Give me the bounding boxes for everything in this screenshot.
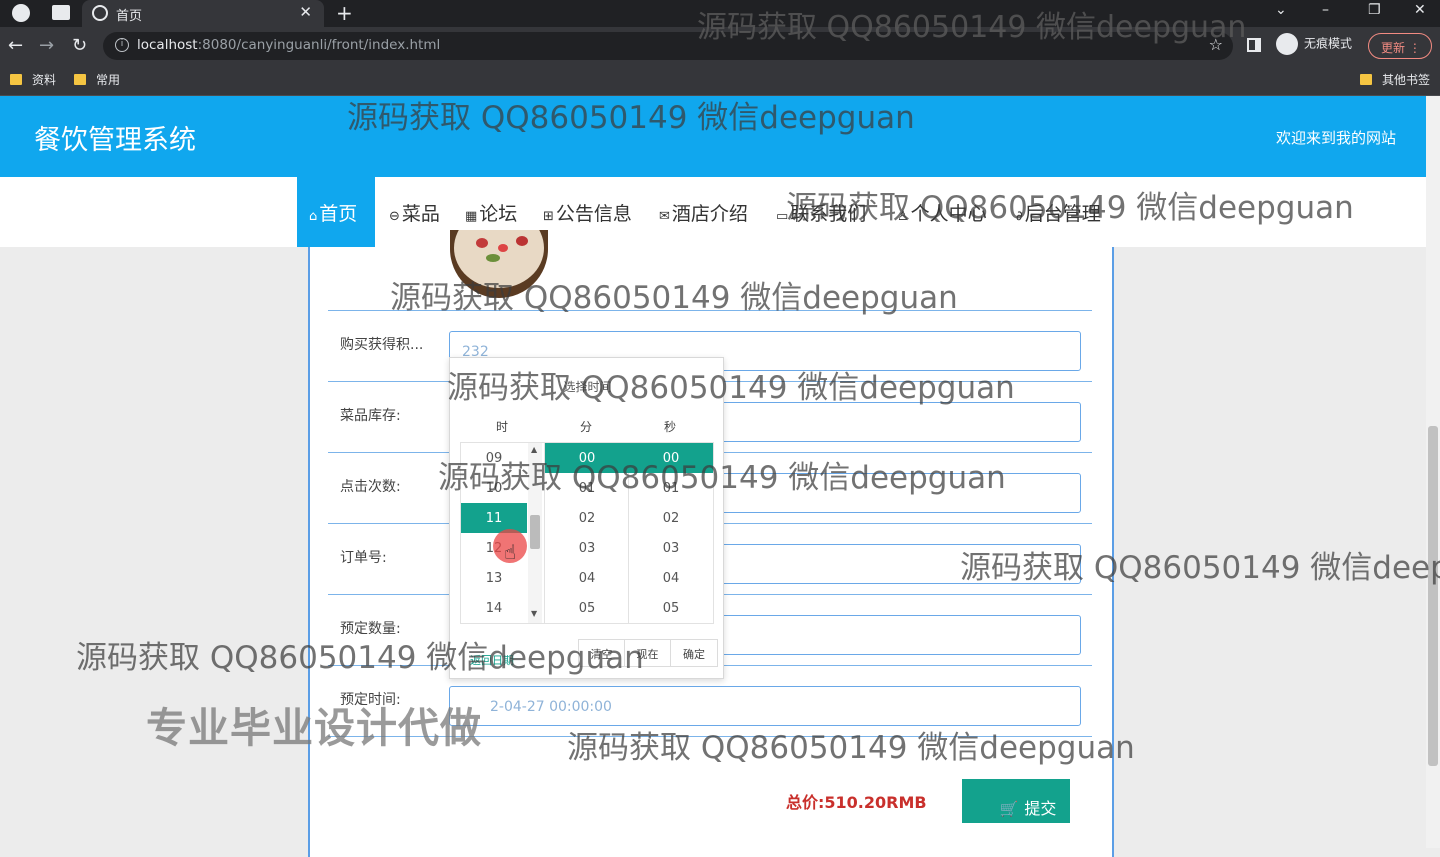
total-label: 总价: [786,793,825,812]
watermark: 源码获取 QQ86050149 微信deepguan [697,10,1247,45]
watermark: 源码获取 QQ86050149 微信deepg [960,550,1440,586]
nav-item-hotel[interactable]: ✉ 酒店介绍 [659,177,748,247]
hand-cursor-icon: ☝ [504,540,517,564]
watermark: 源码获取 QQ86050149 微信deepguan [447,370,1015,406]
bookmark-label: 常用 [96,73,121,87]
clicks-label: 点击次数: [340,479,401,495]
watermark-service: 专业毕业设计代做 [146,704,482,752]
second-header: 秒 [663,420,676,434]
side-panel-icon[interactable] [1247,38,1261,52]
second-option[interactable]: 03 [629,533,713,563]
bookmark-folder-other[interactable]: 其他书签 [1360,71,1430,88]
total-value: 510.20RMB [824,793,927,812]
dish-icon: ⊖ [389,209,400,224]
nav-label: 酒店介绍 [671,203,748,225]
browser-profile-icon[interactable] [12,4,30,22]
scroll-down-icon[interactable]: ▼ [531,609,537,618]
watermark: 源码获取 QQ86050149 微信deepguan [567,730,1135,766]
minute-option[interactable]: 04 [545,563,629,593]
nav-label: 论坛 [479,203,518,225]
watermark: 源码获取 QQ86050149 微信deepguan [438,460,1006,496]
window-close-icon[interactable]: ✕ [1414,2,1426,18]
reload-icon[interactable]: ↻ [72,35,87,56]
nav-label: 公告信息 [555,203,632,225]
confirm-button[interactable]: 确定 [671,640,717,666]
folder-icon [1360,74,1372,85]
hour-option[interactable]: 14 [461,593,527,623]
page-scroll-thumb[interactable] [1428,426,1438,766]
minute-option[interactable]: 02 [545,503,629,533]
minute-header: 分 [579,420,592,434]
notice-icon: ⊞ [543,209,554,224]
globe-icon [92,5,108,21]
site-title: 餐饮管理系统 [34,125,196,156]
second-option[interactable]: 04 [629,563,713,593]
hour-header: 时 [495,420,508,434]
second-option[interactable]: 05 [629,593,713,623]
minute-option[interactable]: 05 [545,593,629,623]
bookmark-label: 其他书签 [1382,73,1431,87]
submit-button[interactable]: 🛒 提交 [962,779,1070,823]
watermark: 源码获取 QQ86050149 微信deepguan [76,640,644,676]
back-icon[interactable]: ← [8,35,23,56]
url-path: :8080/canyinguanli/front/index.html [197,37,441,53]
hotel-icon: ✉ [659,209,670,224]
browser-tab[interactable]: 首页 ✕ [82,0,324,27]
tab-search-icon[interactable] [52,5,70,20]
bookmark-folder-ziliao[interactable]: 资料 [10,71,56,88]
folder-icon [74,74,86,85]
close-tab-icon[interactable]: ✕ [299,3,312,21]
incognito-indicator[interactable]: 无痕模式 [1276,33,1352,55]
chevron-down-icon[interactable]: ⌄ [1275,2,1287,18]
restore-icon[interactable]: ❐ [1368,2,1381,18]
bookmark-label: 资料 [32,73,57,87]
second-option[interactable]: 02 [629,503,713,533]
hour-option[interactable]: 13 [461,563,527,593]
nav-item-dishes[interactable]: ⊖ 菜品 [389,177,440,247]
hour-option-selected[interactable]: 11 [461,503,527,533]
minute-option[interactable]: 03 [545,533,629,563]
folder-icon [10,74,22,85]
update-button[interactable]: 更新 ⋮ [1368,33,1432,59]
update-label: 更新 [1381,41,1406,55]
stock-label: 菜品库存: [340,408,401,424]
welcome-text: 欢迎来到我的网站 [1275,129,1396,147]
tab-title: 首页 [116,9,143,24]
home-icon: ⌂ [309,209,318,224]
forum-icon: ▦ [465,209,478,224]
new-tab-button[interactable]: + [336,1,353,25]
submit-label: 提交 [1024,801,1057,818]
scroll-thumb[interactable] [530,515,540,549]
order-number-label: 订单号: [340,550,387,566]
watermark: 源码获取 QQ86050149 微信deepguan [786,190,1354,226]
incognito-label: 无痕模式 [1304,36,1353,51]
nav-label: 菜品 [401,203,440,225]
forward-icon[interactable]: → [39,35,54,56]
incognito-icon [1276,33,1298,55]
url-host: localhost [137,37,198,53]
bookmark-folder-changyong[interactable]: 常用 [74,71,120,88]
watermark: 源码获取 QQ86050149 微信deepguan [347,100,915,136]
nav-item-home[interactable]: ⌂ 首页 [297,177,375,247]
nav-item-notice[interactable]: ⊞ 公告信息 [543,177,632,247]
nav-label: 首页 [319,203,358,225]
booking-time-input[interactable]: 2-04-27 00:00:00 [449,686,1081,726]
points-label: 购买获得积... [340,337,424,353]
page-scrollbar[interactable] [1426,96,1440,848]
info-icon[interactable]: i [115,38,129,52]
watermark: 源码获取 QQ86050149 微信deepguan [390,280,958,316]
minimize-icon[interactable]: – [1322,2,1329,18]
total-price: 总价:510.20RMB [786,789,927,813]
cart-icon: 🛒 [999,801,1019,818]
